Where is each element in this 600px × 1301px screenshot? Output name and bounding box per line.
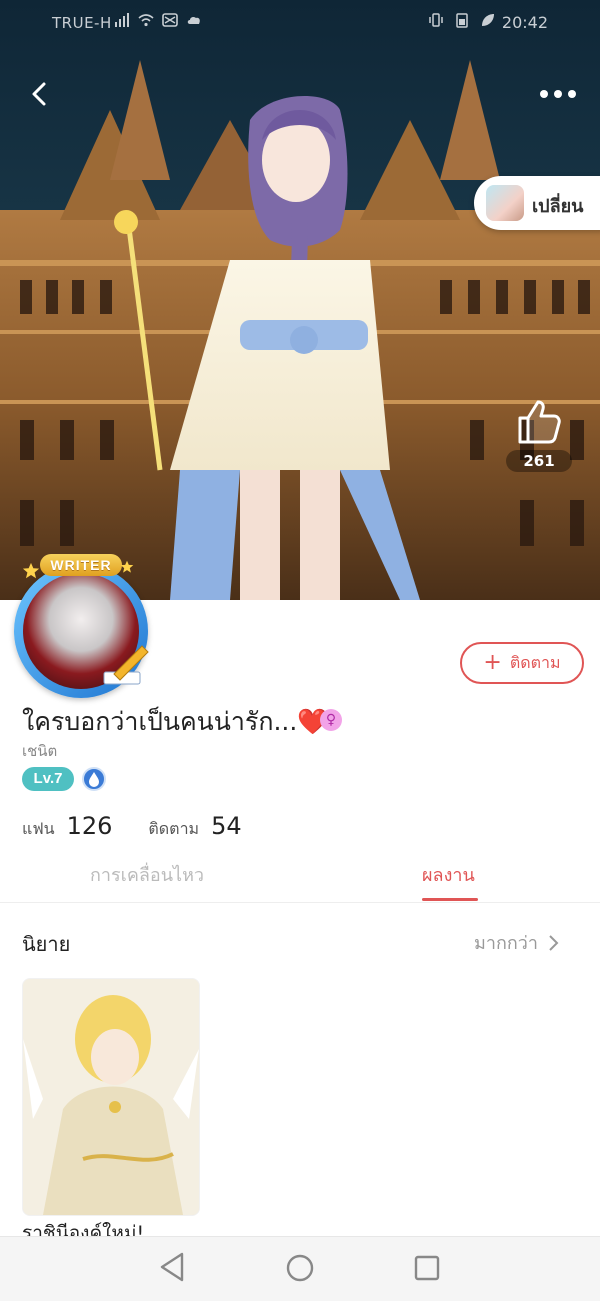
- change-cover-button[interactable]: เปลี่ยน: [474, 176, 600, 230]
- writer-badge: WRITER: [40, 554, 122, 576]
- following-label: ติดตาม: [148, 819, 200, 838]
- status-bar: TRUE-H 20:42: [0, 0, 600, 46]
- signal-icon: [115, 13, 129, 27]
- change-cover-label: เปลี่ยน: [532, 196, 584, 216]
- follow-button[interactable]: + ติดตาม: [460, 642, 584, 684]
- profile-avatar[interactable]: WRITER: [6, 552, 156, 702]
- clock: 20:42: [501, 13, 548, 32]
- see-more-label: มากกว่า: [474, 933, 538, 954]
- active-tab-indicator: [422, 898, 478, 901]
- thumbs-up-icon[interactable]: [512, 396, 564, 448]
- back-icon[interactable]: [24, 78, 56, 110]
- tab-works[interactable]: ผลงาน: [422, 860, 475, 889]
- nav-back-icon[interactable]: [158, 1251, 186, 1283]
- cover-image: [0, 0, 600, 600]
- wifi-icon: [138, 14, 154, 27]
- more-options-icon[interactable]: [536, 80, 580, 108]
- star-icon: [22, 562, 40, 579]
- leaf-icon: [482, 14, 494, 26]
- message-icon: [162, 13, 178, 27]
- nav-home-icon[interactable]: [286, 1254, 314, 1282]
- level-badge: Lv.7: [22, 767, 74, 791]
- profile-stats: แฟน 126 ติดตาม 54: [22, 812, 278, 844]
- gender-female-icon: ♀: [320, 709, 342, 731]
- star-icon: [120, 560, 134, 573]
- novel-cover-card[interactable]: [22, 978, 200, 1216]
- novel-cover-image: [23, 979, 199, 1215]
- battery-icon: [456, 13, 468, 28]
- see-more-link[interactable]: มากกว่า: [474, 928, 560, 957]
- like-count: 261: [506, 450, 572, 472]
- droplet-badge-icon: [82, 767, 106, 791]
- plus-icon: +: [483, 650, 502, 675]
- chevron-right-icon: [549, 934, 559, 951]
- pen-icon: [103, 645, 149, 685]
- outfit-thumbnail: [486, 185, 524, 221]
- section-title-novels: นิยาย: [22, 932, 71, 956]
- cover-banner: TRUE-H 20:42 เปลี่ยน 261: [0, 0, 600, 600]
- profile-subtitle: เชนิต: [22, 742, 58, 760]
- profile-tabs: การเคลื่อนไหว ผลงาน: [0, 850, 600, 903]
- fans-label: แฟน: [22, 819, 55, 838]
- profile-name: ใครบอกว่าเป็นคนน่ารัก...❤️: [22, 707, 329, 736]
- nav-recent-apps-icon[interactable]: [414, 1255, 440, 1281]
- fans-count[interactable]: 126: [67, 812, 113, 840]
- carrier-label: TRUE-H: [52, 14, 112, 32]
- cloud-icon: [187, 16, 200, 24]
- system-nav-bar: [0, 1236, 600, 1301]
- vibrate-icon: [429, 13, 443, 27]
- following-count[interactable]: 54: [211, 812, 242, 840]
- tab-activity[interactable]: การเคลื่อนไหว: [90, 860, 204, 889]
- follow-label: ติดตาม: [509, 652, 561, 672]
